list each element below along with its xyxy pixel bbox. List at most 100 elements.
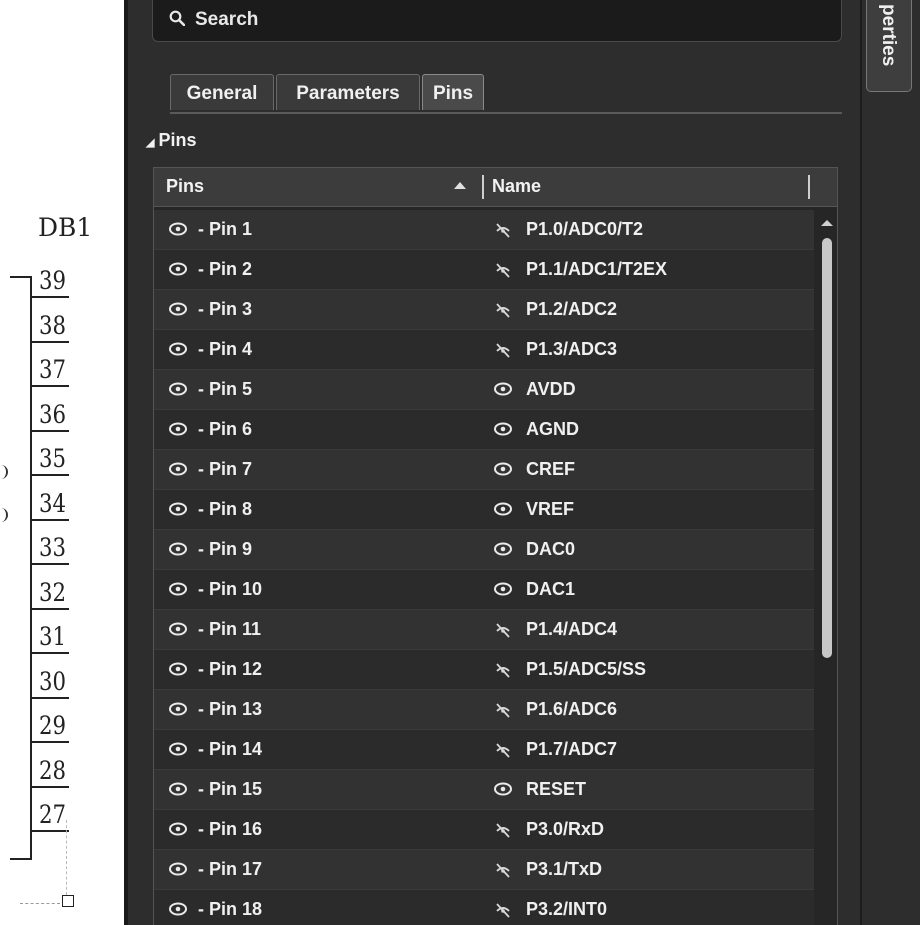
eye-hidden-icon[interactable] [494,342,512,363]
eye-icon[interactable] [169,822,187,841]
column-separator[interactable] [482,175,484,199]
eye-hidden-icon[interactable] [494,302,512,323]
eye-icon[interactable] [494,582,512,601]
properties-side-tab[interactable]: perties [866,0,912,92]
eye-icon[interactable] [169,382,187,401]
eye-icon[interactable] [169,862,187,881]
eye-icon[interactable] [169,742,187,761]
eye-icon[interactable] [169,502,187,521]
eye-icon[interactable] [169,902,187,921]
eye-hidden-icon[interactable] [494,222,512,243]
eye-icon[interactable] [494,422,512,441]
schematic-pin[interactable]: 36 [31,400,69,432]
schematic-pin[interactable]: 39 [31,266,69,298]
eye-icon[interactable] [169,702,187,721]
pin-designator: - Pin 18 [198,899,263,919]
sort-ascending-icon[interactable] [454,182,466,189]
schematic-pin[interactable]: 33 [31,533,69,565]
column-separator[interactable] [808,175,810,199]
table-row[interactable]: - Pin 2 P1.1/ADC1/T2EX [154,250,814,290]
eye-icon[interactable] [494,782,512,801]
eye-hidden-icon[interactable] [494,902,512,923]
column-header-name[interactable]: Name [492,176,541,197]
table-row[interactable]: - Pin 13 P1.6/ADC6 [154,690,814,730]
pin-number: 27 [39,800,67,829]
schematic-pin[interactable]: 35 [31,444,69,476]
eye-hidden-icon[interactable] [494,862,512,883]
schematic-pin[interactable]: 27 [31,800,69,832]
schematic-canvas[interactable]: DB1 39 38 37 36 35 34 33 32 31 30 29 28 27 [0,0,128,925]
column-header-pins[interactable]: Pins [166,176,204,197]
vertical-scrollbar[interactable] [816,210,837,925]
table-row[interactable]: - Pin 18 P3.2/INT0 [154,890,814,925]
eye-hidden-icon[interactable] [494,262,512,283]
pins-grid: Pins Name - Pin 1 P1.0/ADC0/T2 - Pin 2 P1.1… [153,167,838,925]
table-row[interactable]: - Pin 6 AGND [154,410,814,450]
table-row[interactable]: - Pin 10 DAC1 [154,570,814,610]
tab-parameters[interactable]: Parameters [276,74,420,110]
table-row[interactable]: - Pin 11 P1.4/ADC4 [154,610,814,650]
selection-handle[interactable] [62,895,74,907]
pin-designator: - Pin 16 [198,819,263,839]
tab-pins[interactable]: Pins [422,74,484,110]
pin-designator: - Pin 2 [198,259,253,279]
table-row[interactable]: - Pin 15 RESET [154,770,814,810]
table-row[interactable]: - Pin 8 VREF [154,490,814,530]
schematic-pin[interactable]: 28 [31,756,69,788]
pin-name: DAC1 [526,579,576,599]
pin-designator: - Pin 13 [198,699,263,719]
pin-name: P1.2/ADC2 [526,299,618,319]
eye-icon[interactable] [169,622,187,641]
table-row[interactable]: - Pin 3 P1.2/ADC2 [154,290,814,330]
eye-icon[interactable] [169,542,187,561]
table-row[interactable]: - Pin 16 P3.0/RxD [154,810,814,850]
schematic-pin[interactable]: 37 [31,355,69,387]
scroll-thumb[interactable] [822,238,832,658]
eye-icon[interactable] [169,422,187,441]
scroll-up-arrow-icon[interactable] [821,220,833,226]
eye-icon[interactable] [169,222,187,241]
schematic-pin[interactable]: 31 [31,622,69,654]
schematic-pin[interactable]: 34 [31,489,69,521]
eye-hidden-icon[interactable] [494,742,512,763]
eye-icon[interactable] [494,542,512,561]
pin-designator: - Pin 6 [198,419,253,439]
pin-name: AGND [526,419,579,439]
tab-general[interactable]: General [170,74,274,110]
table-row[interactable]: - Pin 9 DAC0 [154,530,814,570]
eye-hidden-icon[interactable] [494,622,512,643]
pin-designator: - Pin 11 [198,619,262,639]
search-input[interactable]: Search [152,0,842,42]
eye-hidden-icon[interactable] [494,702,512,723]
eye-icon[interactable] [169,462,187,481]
side-panel-strip [860,0,920,925]
collapse-triangle-icon[interactable]: ◢ [146,137,154,149]
table-row[interactable]: - Pin 5 AVDD [154,370,814,410]
section-header-pins[interactable]: ◢ Pins [146,130,196,151]
eye-hidden-icon[interactable] [494,822,512,843]
table-row[interactable]: - Pin 12 P1.5/ADC5/SS [154,650,814,690]
eye-icon[interactable] [494,382,512,401]
table-row[interactable]: - Pin 4 P1.3/ADC3 [154,330,814,370]
grid-rows: - Pin 1 P1.0/ADC0/T2 - Pin 2 P1.1/ADC1/T2EX… [154,210,814,925]
pin-name: P1.6/ADC6 [526,699,618,719]
pin-designator: - Pin 10 [198,579,263,599]
schematic-pin[interactable]: 30 [31,667,69,699]
eye-icon[interactable] [494,462,512,481]
eye-icon[interactable] [169,342,187,361]
table-row[interactable]: - Pin 7 CREF [154,450,814,490]
schematic-pin[interactable]: 29 [31,711,69,743]
eye-icon[interactable] [169,582,187,601]
schematic-pin[interactable]: 32 [31,578,69,610]
eye-icon[interactable] [169,302,187,321]
table-row[interactable]: - Pin 14 P1.7/ADC7 [154,730,814,770]
table-row[interactable]: - Pin 17 P3.1/TxD [154,850,814,890]
schematic-pin[interactable]: 38 [31,311,69,343]
eye-icon[interactable] [494,502,512,521]
component-body-edge [10,858,32,860]
eye-icon[interactable] [169,662,187,681]
eye-hidden-icon[interactable] [494,662,512,683]
eye-icon[interactable] [169,262,187,281]
table-row[interactable]: - Pin 1 P1.0/ADC0/T2 [154,210,814,250]
eye-icon[interactable] [169,782,187,801]
